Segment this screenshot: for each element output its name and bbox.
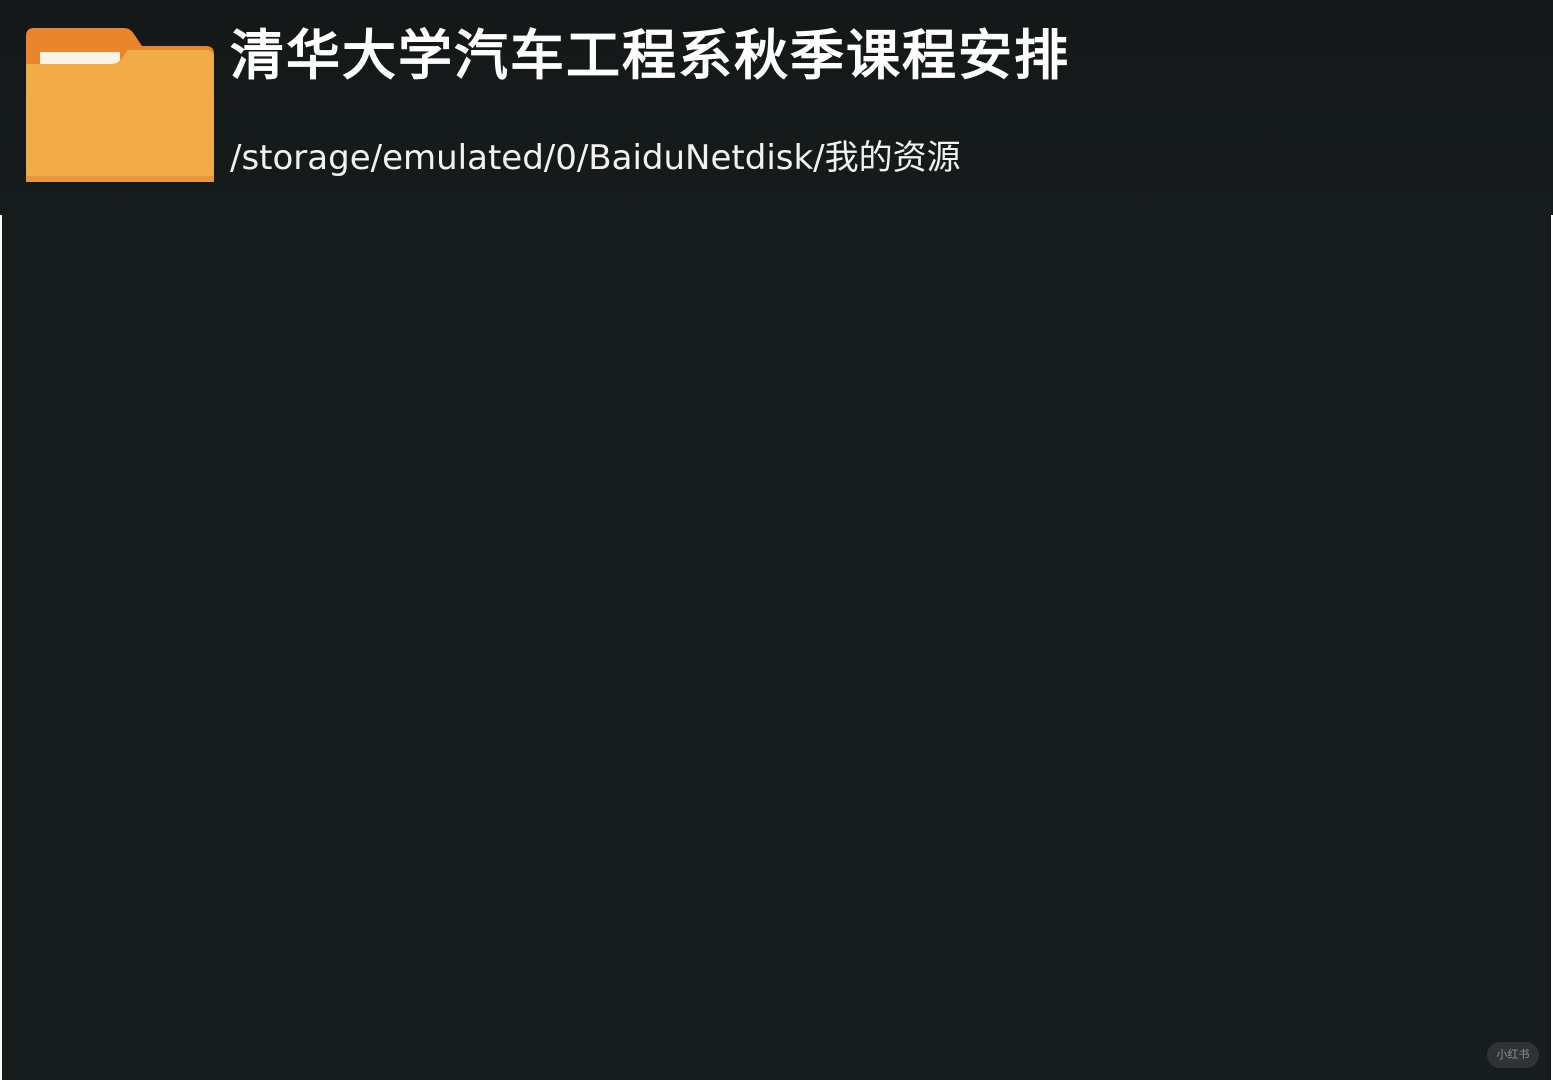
folder-title[interactable]: 清华大学汽车工程系秋季课程安排 [230,20,1070,92]
folder-header: 清华大学汽车工程系秋季课程安排 /storage/emulated/0/Baid… [0,0,1553,215]
folder-icon [26,28,214,182]
file-viewer-screen: 清华大学汽车工程系秋季课程安排 /storage/emulated/0/Baid… [0,0,1553,1080]
folder-path: /storage/emulated/0/BaiduNetdisk/我的资源 [230,138,961,178]
watermark-badge: 小红书 [1487,1042,1539,1068]
